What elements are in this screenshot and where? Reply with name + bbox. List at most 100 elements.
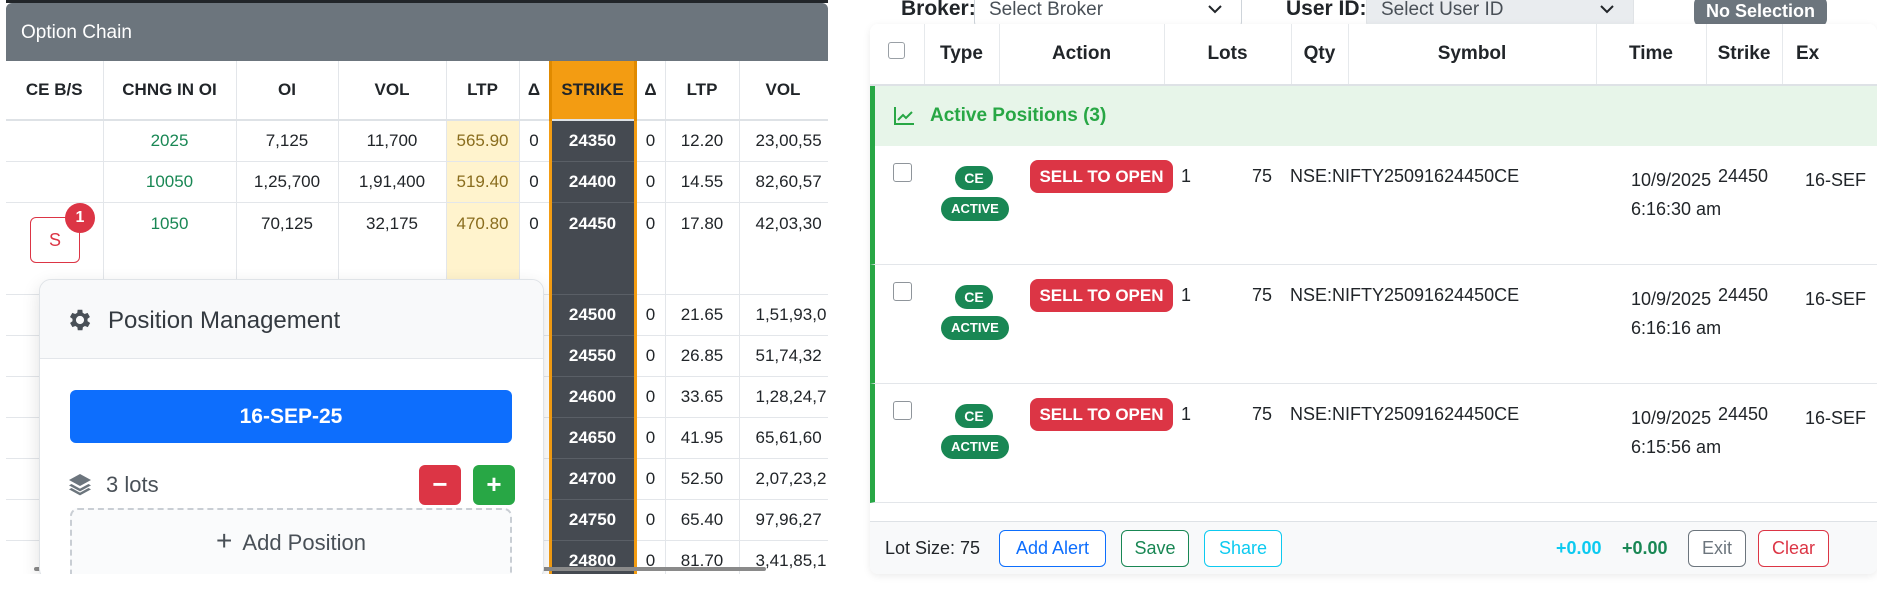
put-vol-cell: 42,03,30 [739, 202, 828, 295]
pnl-value: +0.00 [1556, 538, 1602, 558]
row-checkbox[interactable] [893, 163, 912, 182]
col-chng-in-oi[interactable]: CHNG IN OI [103, 61, 237, 121]
put-ltp-cell[interactable]: 12.20 [665, 120, 740, 162]
col-vol[interactable]: VOL [338, 61, 447, 121]
option-chain-panel: Option Chain CE B/S CHNG IN OI OI VOL LT… [6, 0, 828, 574]
broker-label: Broker: [901, 0, 976, 20]
add-alert-button[interactable]: Add Alert [999, 530, 1106, 567]
ltp-cell[interactable]: 565.90 [446, 120, 520, 162]
position-management-header: Position Management [40, 280, 543, 359]
option-type-badge: CE [955, 285, 993, 309]
share-button[interactable]: Share [1204, 530, 1282, 567]
strike-cell[interactable]: 24650 [548, 417, 637, 459]
put-ltp-cell[interactable]: 14.55 [665, 161, 740, 203]
sell-count-badge: 1 [65, 203, 95, 233]
strike-cell: 24450 [1718, 285, 1769, 305]
ce-bs-cell[interactable] [6, 120, 104, 162]
lots-cell: 1 [1181, 404, 1192, 424]
put-delta-cell: 0 [635, 335, 666, 377]
strike-cell[interactable]: 24400 [548, 161, 637, 203]
status-badge: ACTIVE [941, 435, 1009, 459]
put-ltp-cell[interactable]: 21.65 [665, 294, 740, 336]
chain-row: 10050 1,25,700 1,91,400 519.40 0 24400 0… [6, 161, 828, 203]
time-cell: 10/9/2025 6:16:30 am [1631, 170, 1722, 219]
lots-cell: 1 [1181, 285, 1192, 305]
qty-cell: 75 [1252, 166, 1273, 186]
col-action[interactable]: Action [999, 43, 1164, 65]
position-row[interactable]: CE ACTIVE SELL TO OPEN 1 75 NSE:NIFTY250… [870, 146, 1877, 265]
action-badge: SELL TO OPEN [1030, 279, 1173, 312]
col-strike[interactable]: Strike [1706, 43, 1782, 65]
put-ltp-cell[interactable]: 65.40 [665, 499, 740, 541]
strike-cell[interactable]: 24350 [548, 120, 637, 162]
decrease-lots-button[interactable]: − [419, 465, 461, 505]
lots-count: 3 lots [106, 472, 159, 497]
symbol-cell: NSE:NIFTY25091624450CE [1290, 404, 1520, 424]
col-ce-bs[interactable]: CE B/S [6, 61, 104, 121]
expiry-button[interactable]: 16-SEP-25 [70, 390, 512, 443]
put-delta-cell: 0 [635, 376, 666, 418]
col-put-vol[interactable]: VOL [739, 61, 828, 121]
active-positions-group[interactable]: Active Positions (3) [870, 86, 1877, 146]
status-badge: ACTIVE [941, 316, 1009, 340]
put-ltp-cell[interactable]: 52.50 [665, 458, 740, 500]
lots-cell: 1 [1181, 166, 1192, 186]
col-type[interactable]: Type [924, 43, 999, 65]
column-divider [1782, 24, 1783, 84]
expiry-cell: 16-SEF [1805, 170, 1867, 190]
col-delta[interactable]: Δ [519, 61, 551, 121]
save-button[interactable]: Save [1121, 530, 1189, 567]
put-ltp-cell[interactable]: 41.95 [665, 417, 740, 459]
strike-cell[interactable]: 24550 [548, 335, 637, 377]
col-put-ltp[interactable]: LTP [665, 61, 740, 121]
clear-button[interactable]: Clear [1758, 530, 1829, 567]
chain-row: 2025 7,125 11,700 565.90 0 24350 0 12.20… [6, 120, 828, 162]
row-checkbox[interactable] [893, 282, 912, 301]
user-id-select-value: Select User ID [1381, 0, 1504, 20]
time-cell: 10/9/2025 6:16:16 am [1631, 289, 1722, 338]
col-strike[interactable]: STRIKE [548, 61, 637, 121]
col-ltp[interactable]: LTP [446, 61, 520, 121]
plus-icon: + [216, 525, 233, 556]
col-qty[interactable]: Qty [1291, 43, 1348, 65]
col-put-delta[interactable]: Δ [635, 61, 666, 121]
strike-cell[interactable]: 24500 [548, 294, 637, 336]
strike-cell: 24450 [1718, 404, 1769, 424]
put-ltp-cell[interactable]: 33.65 [665, 376, 740, 418]
oi-cell: 7,125 [236, 120, 339, 162]
col-expiry[interactable]: Ex [1796, 43, 1836, 65]
increase-lots-button[interactable]: + [473, 465, 515, 505]
col-oi[interactable]: OI [236, 61, 339, 121]
col-symbol[interactable]: Symbol [1348, 43, 1596, 65]
col-lots[interactable]: Lots [1164, 43, 1291, 65]
vol-cell: 1,91,400 [338, 161, 447, 203]
status-badge: ACTIVE [941, 197, 1009, 221]
strike-cell[interactable]: 24600 [548, 376, 637, 418]
select-all-checkbox[interactable] [888, 42, 905, 59]
position-management-title: Position Management [108, 307, 341, 334]
ce-bs-cell[interactable] [6, 161, 104, 203]
put-vol-cell: 23,00,55 [739, 120, 828, 162]
add-position-button[interactable]: + Add Position [70, 508, 512, 574]
put-ltp-cell[interactable]: 17.80 [665, 202, 740, 295]
ltp-cell[interactable]: 519.40 [446, 161, 520, 203]
strike-cell[interactable]: 24450 [548, 202, 637, 295]
row-checkbox[interactable] [893, 401, 912, 420]
position-row[interactable]: CE ACTIVE SELL TO OPEN 1 75 NSE:NIFTY250… [870, 265, 1877, 384]
position-row[interactable]: CE ACTIVE SELL TO OPEN 1 75 NSE:NIFTY250… [870, 384, 1877, 503]
user-id-label: User ID: [1286, 0, 1367, 20]
expiry-cell: 16-SEF [1805, 289, 1867, 309]
action-badge: SELL TO OPEN [1030, 160, 1173, 193]
put-vol-cell: 65,61,60 [739, 417, 828, 459]
exit-button[interactable]: Exit [1688, 530, 1746, 567]
strike-cell[interactable]: 24750 [548, 499, 637, 541]
symbol-cell: NSE:NIFTY25091624450CE [1290, 166, 1520, 186]
put-ltp-cell[interactable]: 26.85 [665, 335, 740, 377]
col-time[interactable]: Time [1596, 43, 1706, 65]
action-badge: SELL TO OPEN [1030, 398, 1173, 431]
add-position-label: Add Position [242, 530, 366, 555]
strike-cell[interactable]: 24700 [548, 458, 637, 500]
delta-cell: 0 [519, 161, 551, 203]
position-management-panel: Position Management 16-SEP-25 3 lots − +… [39, 279, 544, 574]
option-chain-header: Option Chain [6, 3, 828, 61]
